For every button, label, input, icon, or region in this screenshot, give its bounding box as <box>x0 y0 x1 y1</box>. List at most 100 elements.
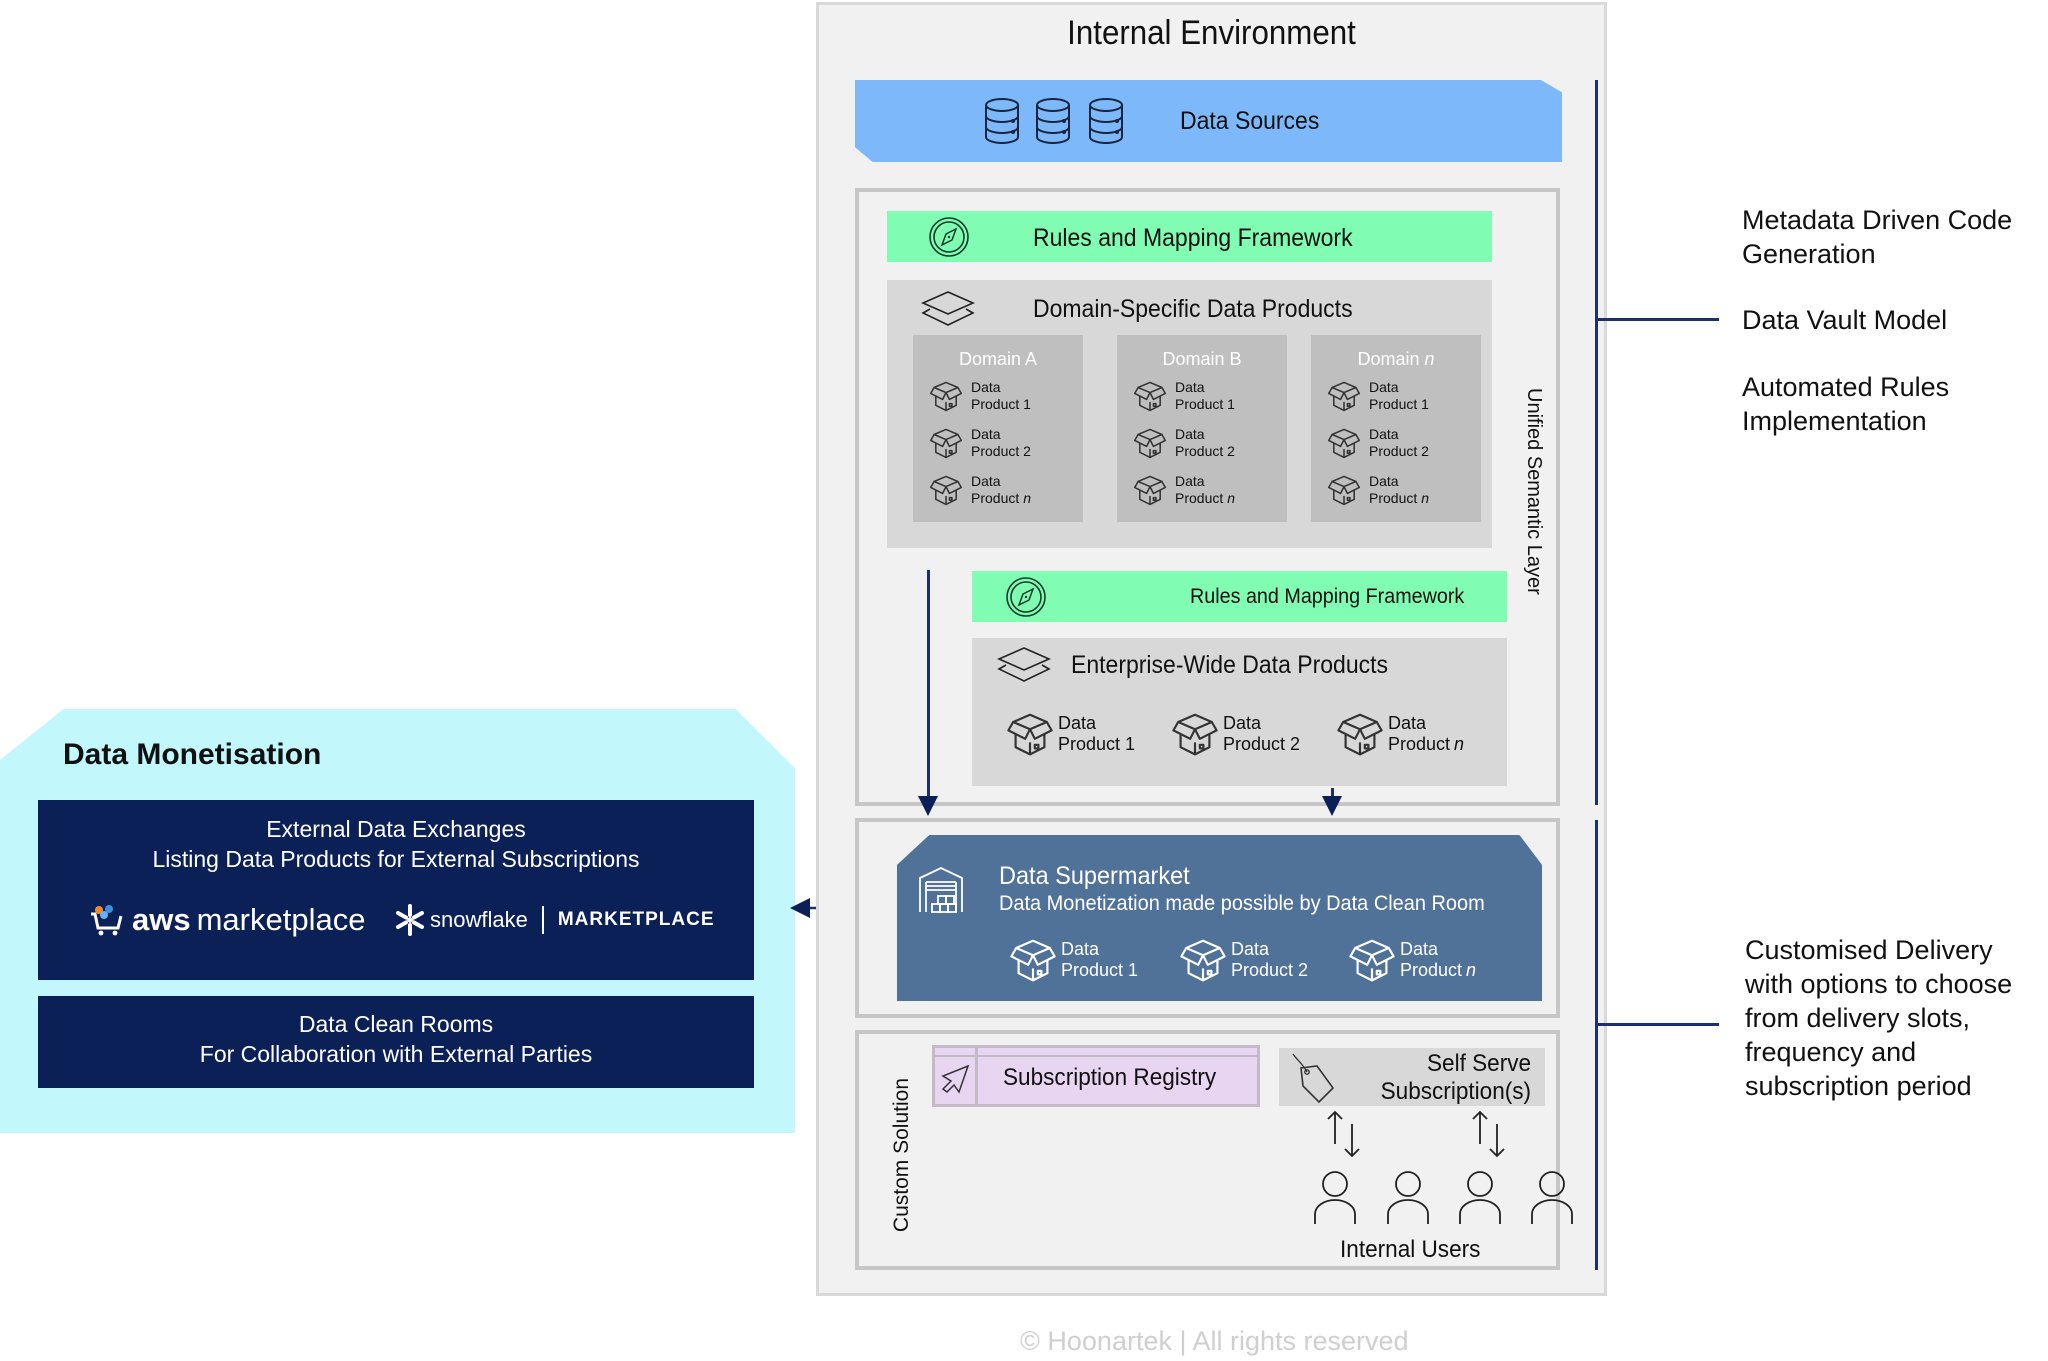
domain-box: Domain B Data Product 1 Data Product 2 Data P… <box>1117 335 1287 522</box>
open-box-icon <box>1133 428 1167 459</box>
arrow-down-icon <box>1322 796 1342 816</box>
layers-icon <box>997 647 1051 682</box>
data-product-line1: Data <box>971 473 1001 489</box>
upper-bracket-connector <box>1597 318 1719 321</box>
compass-icon <box>929 217 969 257</box>
data-product-suffix: n <box>1466 960 1477 980</box>
data-product-line1: Data <box>1175 426 1205 442</box>
database-icon <box>985 98 1019 144</box>
open-box-icon <box>1133 475 1167 506</box>
compass-icon <box>1006 577 1046 617</box>
domain-box: Domain A Data Product 1 Data Product 2 Data P… <box>913 335 1083 522</box>
data-product-suffix: n <box>1227 490 1236 506</box>
data-product-line2: Product n <box>971 490 1031 507</box>
data-product-name: Product 1 <box>1175 396 1235 412</box>
open-box-icon <box>929 428 963 459</box>
note-automated-rules-implementation: Automated Rules Implementation <box>1742 370 1949 438</box>
data-product: Data Product 2 <box>1327 426 1433 460</box>
self-serve-label: Self Serve Subscription(s) <box>1381 1050 1531 1106</box>
data-product-line1: Data <box>971 379 1001 395</box>
up-down-arrows-icon <box>1327 1110 1360 1158</box>
open-box-icon <box>1172 713 1218 756</box>
data-product-name: Product 1 <box>1061 960 1139 980</box>
rules-mapping-framework-label-2: Rules and Mapping Framework <box>1190 585 1465 608</box>
note-line: from delivery slots, <box>1745 1003 1971 1033</box>
data-product: Data Product 2 <box>929 426 1035 460</box>
domain-name: Domain B <box>1162 349 1242 369</box>
note-line: Implementation <box>1742 406 1927 436</box>
warehouse-icon <box>919 867 963 913</box>
open-box-icon <box>1133 381 1167 412</box>
data-product-line2: Product 1 <box>1369 396 1433 413</box>
data-product-line2: Product n <box>1388 734 1464 755</box>
user-icon <box>1459 1171 1501 1224</box>
flow-line-left <box>927 570 930 798</box>
note-line: subscription period <box>1745 1071 1972 1101</box>
open-box-icon <box>1007 713 1053 756</box>
internal-users-label: Internal Users <box>1340 1236 1481 1263</box>
open-box-icon <box>1180 939 1226 982</box>
data-product-line1: Data <box>1058 713 1097 733</box>
open-box-icon <box>929 381 963 412</box>
data-product-name: Product <box>1400 960 1463 980</box>
data-product: Data Product 1 <box>1133 379 1239 413</box>
note-line: Automated Rules <box>1742 372 1950 402</box>
data-product-line1: Data <box>1175 473 1205 489</box>
data-product-line1: Data <box>1388 713 1427 733</box>
subscription-registry-label: Subscription Registry <box>1003 1064 1217 1091</box>
logo-divider <box>541 906 544 934</box>
internal-users-graphic <box>1314 1110 1573 1224</box>
data-product-line2: Product n <box>1400 960 1476 981</box>
data-product: Data Product 2 <box>1179 936 1312 984</box>
database-icon <box>1036 98 1070 144</box>
data-supermarket-title: Data Supermarket <box>999 862 1190 890</box>
data-product-line1: Data <box>971 426 1001 442</box>
data-product-name: Product 1 <box>1058 734 1136 754</box>
note-line: frequency and <box>1745 1037 1917 1067</box>
note-metadata-driven-code-generation: Metadata Driven Code Generation <box>1742 203 2012 271</box>
domain-name: Domain A <box>958 349 1038 369</box>
data-product-name: Product <box>1175 490 1224 506</box>
data-product-name: Product 1 <box>1369 396 1429 412</box>
database-icons <box>985 98 1123 144</box>
data-sources-label: Data Sources <box>1180 107 1320 135</box>
data-product-line1: Data <box>1369 473 1399 489</box>
data-monetisation-title: Data Monetisation <box>63 738 322 771</box>
domain-box: Domain n Data Product 1 Data Product 2 Data Pr… <box>1311 335 1481 522</box>
snowflake-marketplace-logo: snowflake MARKETPLACE <box>394 904 715 936</box>
user-icon <box>1314 1171 1356 1224</box>
arrow-down-icon <box>918 796 938 816</box>
domain-title: Domain n <box>1311 349 1481 370</box>
data-product-line1: Data <box>1369 426 1399 442</box>
data-product-name: Product 2 <box>1175 443 1235 459</box>
internal-environment-title: Internal Environment <box>1067 14 1356 52</box>
data-product-line2: Product n <box>1369 490 1429 507</box>
exchanges-subtitle: Listing Data Products for External Subsc… <box>152 846 640 872</box>
data-product-line2: Product 2 <box>971 443 1035 460</box>
data-product-line2: Product 2 <box>1369 443 1433 460</box>
data-product-suffix: n <box>1454 734 1465 754</box>
note-line: with options to choose <box>1745 969 2013 999</box>
note-line: Data Vault Model <box>1742 305 1948 335</box>
external-data-exchanges-box: External Data Exchanges Listing Data Pro… <box>38 800 754 980</box>
custom-solution-label: Custom Solution <box>890 1078 913 1233</box>
data-product-line1: Data <box>1400 939 1439 959</box>
data-product: Data Product n <box>1327 473 1429 507</box>
clean-rooms-subtitle: For Collaboration with External Parties <box>199 1041 593 1067</box>
copyright-footer: © Hoonartek | All rights reserved <box>1020 1326 1409 1356</box>
open-box-icon <box>1327 428 1361 459</box>
domain-name: Domain <box>1357 349 1420 369</box>
upper-bracket-line <box>1595 80 1598 805</box>
open-box-icon <box>1327 475 1361 506</box>
note-data-vault-model: Data Vault Model <box>1742 303 1947 337</box>
data-product-line2: Product 1 <box>1058 734 1139 755</box>
data-product-line2: Product 2 <box>1223 734 1304 755</box>
rules-mapping-framework-label: Rules and Mapping Framework <box>1033 224 1353 252</box>
data-product: Data Product 2 <box>1133 426 1239 460</box>
data-product: Data Product 1 <box>1006 710 1139 758</box>
data-product-line2: Product 1 <box>971 396 1035 413</box>
data-product-name: Product <box>971 490 1020 506</box>
data-product: Data Product 1 <box>1327 379 1433 413</box>
data-product-line2: Product 1 <box>1061 960 1142 981</box>
price-tag-icon <box>1292 1053 1335 1104</box>
